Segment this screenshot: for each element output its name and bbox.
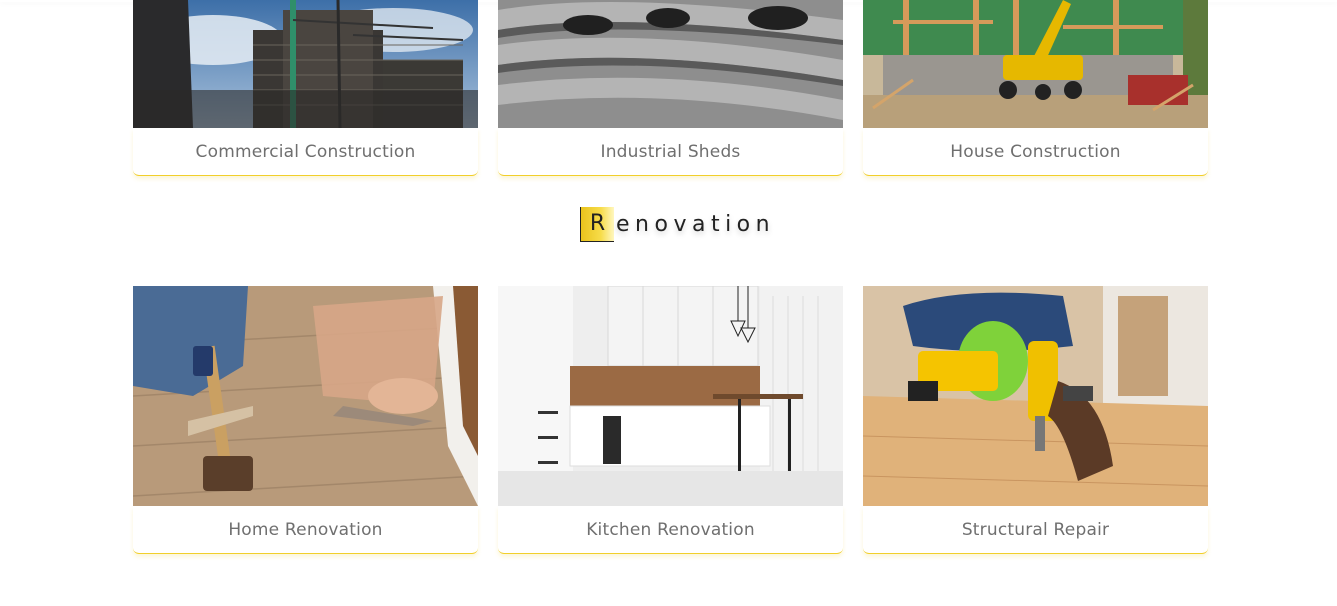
industrial-sheds-photo <box>498 0 843 128</box>
renovation-heading: R enovation <box>580 206 775 242</box>
heading-initial: R <box>580 206 614 242</box>
service-card-commercial-construction[interactable]: Commercial Construction <box>133 0 478 176</box>
service-card-title: Commercial Construction <box>133 128 478 176</box>
service-card-structural-repair[interactable]: Structural Repair <box>863 286 1208 554</box>
service-card-title: Industrial Sheds <box>498 128 843 176</box>
kitchen-renovation-photo <box>498 286 843 506</box>
structural-repair-photo <box>863 286 1208 506</box>
commercial-construction-photo <box>133 0 478 128</box>
service-card-kitchen-renovation[interactable]: Kitchen Renovation <box>498 286 843 554</box>
service-card-home-renovation[interactable]: Home Renovation <box>133 286 478 554</box>
service-card-title: Kitchen Renovation <box>498 506 843 554</box>
service-card-title: House Construction <box>863 128 1208 176</box>
service-card-title: Home Renovation <box>133 506 478 554</box>
house-construction-photo <box>863 0 1208 128</box>
home-renovation-photo <box>133 286 478 506</box>
service-card-house-construction[interactable]: House Construction <box>863 0 1208 176</box>
heading-rest: enovation <box>616 211 776 237</box>
service-card-industrial-sheds[interactable]: Industrial Sheds <box>498 0 843 176</box>
service-card-title: Structural Repair <box>863 506 1208 554</box>
